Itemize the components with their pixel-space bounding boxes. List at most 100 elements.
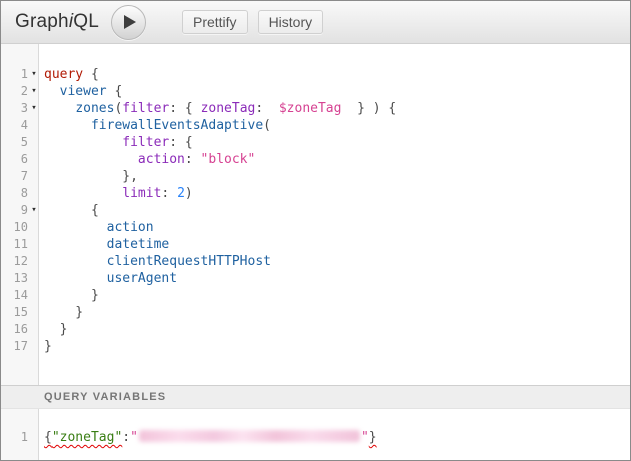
play-icon (124, 15, 136, 29)
code-text: userAgent (1, 270, 630, 287)
code-text: } (1, 321, 630, 338)
line-number: 15 (1, 304, 28, 321)
fold-arrow-icon[interactable]: ▾ (29, 100, 39, 117)
query-editor[interactable]: 1▾query {2▾ viewer {3▾ zones(filter: { z… (1, 44, 630, 385)
code-token: " (130, 430, 138, 445)
code-text: limit: 2) (1, 185, 630, 202)
history-button[interactable]: History (258, 10, 324, 34)
code-token: ) (185, 186, 193, 201)
query-variables-title: QUERY VARIABLES (44, 391, 166, 403)
line-number: 1 (1, 66, 28, 83)
line-number: 12 (1, 253, 28, 270)
code-token (44, 101, 75, 116)
code-token (44, 186, 122, 201)
code-token: filter (122, 101, 169, 116)
code-token: limit (122, 186, 161, 201)
code-token (44, 237, 107, 252)
code-line: 16 } (1, 321, 630, 338)
code-text: action (1, 219, 630, 236)
fold-arrow-icon[interactable]: ▾ (29, 66, 39, 83)
code-token: { (107, 84, 123, 99)
code-token (44, 271, 107, 286)
line-number: 4 (1, 117, 28, 134)
code-token: "block" (201, 152, 256, 167)
code-token: : (255, 101, 278, 116)
logo-text: Graph (15, 11, 69, 32)
line-number: 3 (1, 100, 28, 117)
code-line: 6 action: "block" (1, 151, 630, 168)
code-line: 8 limit: 2) (1, 185, 630, 202)
code-line: 12 clientRequestHTTPHost (1, 253, 630, 270)
line-number: 6 (1, 151, 28, 168)
code-token (44, 254, 107, 269)
code-text: datetime (1, 236, 630, 253)
code-token: : (185, 152, 201, 167)
prettify-button[interactable]: Prettify (182, 10, 248, 34)
code-line: 9▾ { (1, 202, 630, 219)
toolbar: Prettify History (182, 10, 323, 34)
line-number: 5 (1, 134, 28, 151)
code-line: 11 datetime (1, 236, 630, 253)
top-bar: GraphiQL Prettify History (1, 1, 630, 44)
code-line: 3▾ zones(filter: { zoneTag: $zoneTag } )… (1, 100, 630, 117)
code-token: : { (169, 135, 192, 150)
code-token: clientRequestHTTPHost (107, 254, 271, 269)
code-token: { (44, 203, 99, 218)
code-line: 10 action (1, 219, 630, 236)
code-token: $zoneTag (279, 101, 342, 116)
variables-editor[interactable]: 1{"zoneTag":""} (1, 409, 630, 460)
code-token: } (44, 322, 67, 337)
graphiql-window: GraphiQL Prettify History 1▾query {2▾ vi… (0, 0, 631, 461)
code-token: { (44, 430, 52, 445)
code-line: 2▾ viewer { (1, 83, 630, 100)
line-number: 16 (1, 321, 28, 338)
code-token: } (44, 339, 52, 354)
code-token: query (44, 67, 83, 82)
code-text: } (1, 338, 630, 355)
code-token (44, 84, 60, 99)
code-token: firewallEventsAdaptive (91, 118, 263, 133)
line-number: 11 (1, 236, 28, 253)
code-token (44, 135, 122, 150)
code-token: : (161, 186, 177, 201)
code-token: datetime (107, 237, 170, 252)
line-number: 7 (1, 168, 28, 185)
code-token: action (138, 152, 185, 167)
code-token: } (44, 288, 99, 303)
code-text: query { (1, 66, 630, 83)
code-token: userAgent (107, 271, 177, 286)
code-token: : (122, 430, 130, 445)
redacted-zone-tag-value (139, 430, 360, 442)
query-code-lines: 1▾query {2▾ viewer {3▾ zones(filter: { z… (1, 66, 630, 355)
query-variables-title-bar[interactable]: QUERY VARIABLES (1, 385, 630, 409)
code-line: 17} (1, 338, 630, 355)
code-line: 5 filter: { (1, 134, 630, 151)
code-text: {"zoneTag":""} (1, 429, 630, 446)
code-token: } ) { (341, 101, 396, 116)
code-text: } (1, 287, 630, 304)
code-line: 1▾query { (1, 66, 630, 83)
code-token: } (369, 430, 377, 445)
line-number: 17 (1, 338, 28, 355)
code-token: "zoneTag" (52, 430, 122, 445)
code-text: zones(filter: { zoneTag: $zoneTag } ) { (1, 100, 630, 117)
code-token: viewer (60, 84, 107, 99)
code-token: 2 (177, 186, 185, 201)
fold-arrow-icon[interactable]: ▾ (29, 83, 39, 100)
code-token: " (361, 430, 369, 445)
code-token: zones (75, 101, 114, 116)
code-token: { (83, 67, 99, 82)
code-token (44, 220, 107, 235)
code-token: zoneTag (201, 101, 256, 116)
execute-query-button[interactable] (111, 5, 146, 40)
line-number: 1 (1, 429, 28, 446)
code-token: }, (44, 169, 138, 184)
fold-arrow-icon[interactable]: ▾ (29, 202, 39, 219)
code-text: firewallEventsAdaptive( (1, 117, 630, 134)
line-number: 9 (1, 202, 28, 219)
graphiql-logo: GraphiQL (15, 11, 99, 33)
code-text: { (1, 202, 630, 219)
line-number: 10 (1, 219, 28, 236)
line-number: 14 (1, 287, 28, 304)
code-token: ( (263, 118, 271, 133)
